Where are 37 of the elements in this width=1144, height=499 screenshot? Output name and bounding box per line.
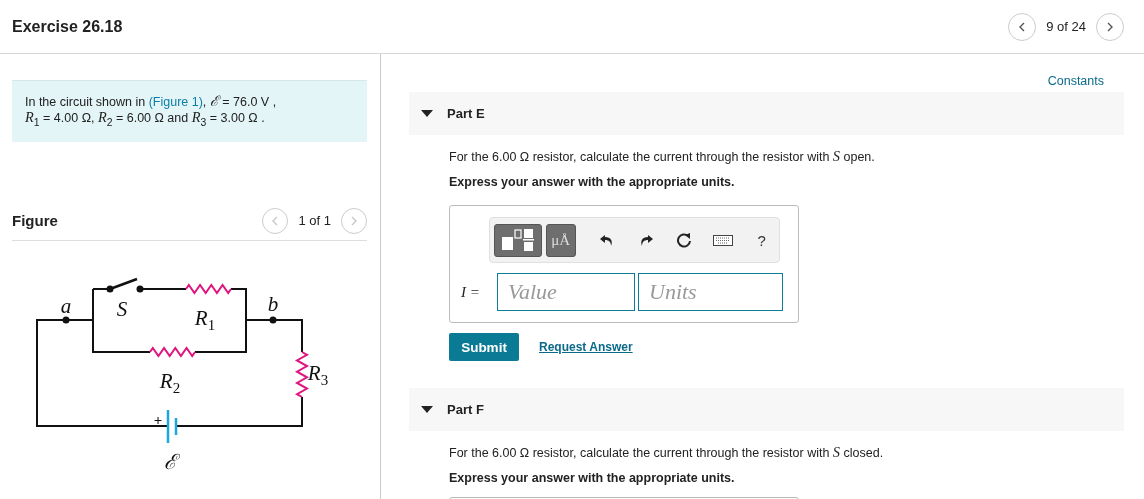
- page-counter: 9 of 24: [1046, 19, 1086, 34]
- constants-link[interactable]: Constants: [409, 74, 1124, 88]
- question-text: For the 6.00 Ω resistor, calculate the current through the resistor with S closed.: [449, 444, 885, 461]
- figure-title: Figure: [12, 212, 58, 229]
- units-button[interactable]: μÅ: [545, 223, 576, 257]
- request-answer-link[interactable]: Request Answer: [539, 340, 633, 354]
- circuit-label: S: [116, 296, 128, 321]
- question-text: For the 6.00 Ω resistor, calculate the current through the resistor with S open.: [449, 148, 876, 165]
- part-header[interactable]: Part F: [409, 388, 1124, 431]
- page-counter: 1 of 1: [298, 213, 331, 228]
- undo-icon: [600, 233, 615, 247]
- help-button[interactable]: ?: [744, 225, 780, 255]
- fraction-template-icon: [499, 228, 536, 252]
- instruction-text: Express your answer with the appropriate units.: [449, 471, 736, 485]
- part-title: Part F: [447, 402, 484, 417]
- exercise-title: Exercise 26.18: [12, 17, 123, 36]
- template-button[interactable]: [494, 223, 542, 257]
- redo-icon: [638, 233, 653, 247]
- circuit-label: b: [267, 291, 279, 316]
- reset-icon: [676, 232, 693, 248]
- variable-label: I =: [461, 283, 481, 301]
- chevron-right-icon: [1105, 21, 1115, 32]
- value-field[interactable]: Value: [497, 273, 635, 311]
- units-field[interactable]: Units: [638, 273, 783, 311]
- chevron-right-icon: [349, 215, 359, 226]
- circuit-label: R$_{1}$: [194, 305, 216, 333]
- part-header[interactable]: Part E: [409, 92, 1124, 135]
- figure-link[interactable]: (Figure 1): [148, 95, 203, 109]
- circuit-label: R$_{2}$: [159, 368, 181, 396]
- part-title: Part E: [447, 106, 485, 121]
- submit-button[interactable]: Submit: [449, 333, 519, 361]
- circuit-label: +: [153, 411, 163, 428]
- problem-text: In the circuit shown in (Figure 1), ℰ = 76.0 V , R$_{1}$ = 4.00 Ω, R$_{2}$ = 6.00 Ω and R$_{3}$ = 3.00 Ω .: [12, 80, 367, 142]
- circuit-label: a: [60, 293, 72, 318]
- circuit-label: R$_{3}$: [307, 360, 329, 388]
- keyboard-icon: [713, 234, 734, 246]
- instruction-text: Express your answer with the appropriate units.: [449, 175, 736, 189]
